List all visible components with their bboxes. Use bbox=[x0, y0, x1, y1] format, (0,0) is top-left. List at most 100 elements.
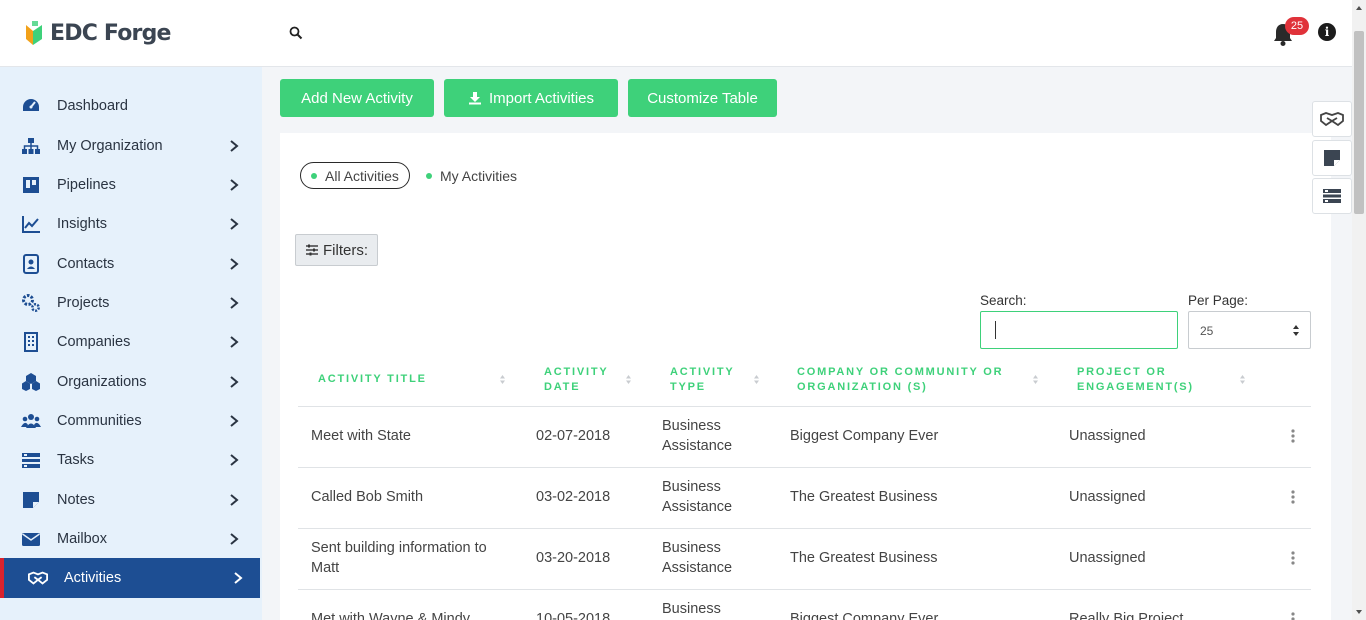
app-logo[interactable]: EDC Forge bbox=[24, 19, 171, 47]
sidebar-item-contacts[interactable]: Contacts bbox=[0, 244, 260, 284]
chevron-right-icon bbox=[234, 572, 243, 584]
row-divider bbox=[298, 467, 1311, 468]
cell-date: 10-05-2018 bbox=[536, 611, 611, 620]
pipeline-icon bbox=[23, 177, 39, 193]
cell-title[interactable]: Met with Wayne & Mindy bbox=[311, 609, 470, 620]
sidebar-item-communities[interactable]: Communities bbox=[0, 401, 260, 441]
cell-company[interactable]: The Greatest Business bbox=[790, 548, 938, 568]
per-page-select[interactable]: 25 bbox=[1188, 311, 1311, 349]
sidebar-item-label: Organizations bbox=[57, 374, 147, 390]
cell-project: Unassigned bbox=[1069, 428, 1146, 444]
chevron-right-icon bbox=[230, 454, 239, 466]
cell-title[interactable]: Called Bob Smith bbox=[311, 487, 423, 507]
text-caret bbox=[995, 321, 996, 339]
sidebar-item-insights[interactable]: Insights bbox=[0, 204, 260, 244]
scroll-up-icon[interactable] bbox=[1355, 4, 1363, 12]
sidebar-item-label: My Organization bbox=[57, 138, 163, 154]
sidebar-item-activities[interactable]: Activities bbox=[0, 558, 260, 598]
logo-mark-icon bbox=[26, 21, 42, 45]
import-activities-button[interactable]: Import Activities bbox=[444, 79, 618, 117]
cell-type: Business Assistance bbox=[662, 418, 733, 454]
tab-label: All Activities bbox=[325, 167, 399, 184]
more-options-icon[interactable] bbox=[1291, 429, 1295, 443]
chevron-right-icon bbox=[230, 140, 239, 152]
building-icon bbox=[24, 332, 38, 352]
info-icon[interactable]: i bbox=[1318, 23, 1336, 41]
sidebar-item-mailbox[interactable]: Mailbox bbox=[0, 519, 260, 559]
chevron-right-icon bbox=[230, 415, 239, 427]
row-divider bbox=[298, 589, 1311, 590]
sidebar-item-label: Insights bbox=[57, 216, 107, 232]
sidebar-item-notes[interactable]: Notes bbox=[0, 480, 260, 520]
status-dot bbox=[426, 172, 432, 179]
chart-line-icon bbox=[22, 216, 40, 233]
cell-date: 03-02-2018 bbox=[536, 489, 611, 505]
handshake-icon bbox=[1320, 112, 1344, 127]
quick-activity-button[interactable] bbox=[1312, 101, 1352, 137]
cubes-icon bbox=[22, 373, 40, 391]
quick-task-button[interactable] bbox=[1312, 178, 1352, 214]
contact-card-icon bbox=[23, 254, 39, 274]
sidebar-item-label: Companies bbox=[57, 334, 131, 350]
column-header-activity-type[interactable]: Activity Type bbox=[670, 365, 750, 395]
row-divider bbox=[298, 528, 1311, 529]
sidebar-item-label: Notes bbox=[57, 492, 95, 508]
sidebar-item-dashboard[interactable]: Dashboard bbox=[0, 86, 260, 126]
sort-icon[interactable] bbox=[499, 374, 506, 385]
more-options-icon[interactable] bbox=[1291, 490, 1295, 504]
chevron-right-icon bbox=[230, 376, 239, 388]
quick-note-button[interactable] bbox=[1312, 140, 1352, 176]
sidebar-item-companies[interactable]: Companies bbox=[0, 322, 260, 362]
add-new-activity-button[interactable]: Add New Activity bbox=[280, 79, 434, 117]
tab-my-activities[interactable]: My Activities bbox=[426, 162, 517, 189]
column-header-activity-date[interactable]: Activity Date bbox=[544, 365, 622, 395]
filters-label: Filters: bbox=[323, 241, 368, 259]
sidebar-item-tasks[interactable]: Tasks bbox=[0, 440, 260, 480]
sidebar-item-projects[interactable]: Projects bbox=[0, 283, 260, 323]
cell-date: 03-20-2018 bbox=[536, 550, 611, 566]
chevron-right-icon bbox=[230, 179, 239, 191]
sidebar-item-label: Communities bbox=[57, 413, 142, 429]
top-header: EDC Forge 25 i bbox=[0, 0, 1352, 67]
chevron-right-icon bbox=[230, 297, 239, 309]
more-options-icon[interactable] bbox=[1291, 612, 1295, 620]
row-divider bbox=[298, 406, 1311, 407]
scroll-down-icon[interactable] bbox=[1355, 608, 1363, 616]
tab-all-activities[interactable]: All Activities bbox=[300, 162, 410, 189]
cell-type: Business Assistance bbox=[662, 479, 733, 515]
sidebar-item-organizations[interactable]: Organizations bbox=[0, 362, 260, 402]
cell-company[interactable]: The Greatest Business bbox=[790, 487, 938, 507]
cell-type: Business bbox=[662, 601, 721, 617]
search-icon[interactable] bbox=[289, 26, 303, 40]
chevron-right-icon bbox=[230, 533, 239, 545]
handshake-icon bbox=[28, 571, 48, 585]
cell-title[interactable]: Sent building information to Matt bbox=[311, 538, 511, 578]
sort-icon[interactable] bbox=[1032, 374, 1039, 385]
cell-project: Really Big Project bbox=[1069, 611, 1184, 620]
sidebar-item-label: Contacts bbox=[57, 256, 115, 272]
sort-icon[interactable] bbox=[753, 374, 760, 385]
sort-icon[interactable] bbox=[625, 374, 632, 385]
cell-company[interactable]: Biggest Company Ever bbox=[790, 609, 938, 620]
sidebar-item-my-organization[interactable]: My Organization bbox=[0, 126, 260, 166]
search-input[interactable] bbox=[980, 311, 1178, 349]
per-page-label: Per Page: bbox=[1188, 293, 1249, 308]
note-icon bbox=[1324, 150, 1340, 166]
scrollbar-thumb[interactable] bbox=[1354, 31, 1364, 214]
org-chart-icon bbox=[22, 138, 40, 154]
cell-type: Business Assistance bbox=[662, 540, 733, 576]
sidebar-item-pipelines[interactable]: Pipelines bbox=[0, 165, 260, 205]
users-icon bbox=[21, 414, 41, 428]
chevron-right-icon bbox=[230, 218, 239, 230]
filters-button[interactable]: Filters: bbox=[295, 234, 378, 266]
cell-title[interactable]: Meet with State bbox=[311, 426, 411, 446]
column-header-company[interactable]: Company or Community or Organization (s) bbox=[797, 365, 1027, 395]
column-header-project[interactable]: Project or Engagement(s) bbox=[1077, 365, 1222, 395]
sort-icon[interactable] bbox=[1239, 374, 1246, 385]
more-options-icon[interactable] bbox=[1291, 551, 1295, 565]
column-header-activity-title[interactable]: Activity Title bbox=[318, 372, 498, 387]
envelope-icon bbox=[22, 533, 40, 546]
customize-table-button[interactable]: Customize Table bbox=[628, 79, 777, 117]
cell-project: Unassigned bbox=[1069, 489, 1146, 505]
cell-company[interactable]: Biggest Company Ever bbox=[790, 426, 938, 446]
